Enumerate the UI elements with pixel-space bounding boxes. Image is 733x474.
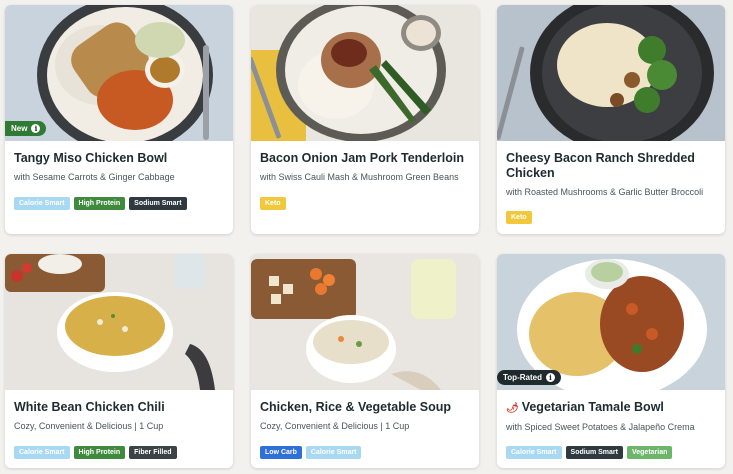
tag-high-protein: High Protein — [73, 446, 126, 459]
meal-subtitle: Cozy, Convenient & Delicious | 1 Cup — [14, 421, 164, 431]
meal-subtitle: with Roasted Mushrooms & Garlic Butter B… — [506, 187, 704, 197]
meal-title[interactable]: Vegetarian Tamale Bowl — [522, 400, 664, 414]
tag-sodium-smart: Sodium Smart — [129, 197, 187, 210]
meal-card-tangy-miso-chicken-bowl[interactable]: New i Tangy Miso Chicken Bowl with Sesam… — [5, 5, 233, 234]
meal-tags: Keto — [506, 211, 532, 224]
meal-photo — [5, 254, 233, 390]
meal-image[interactable] — [497, 5, 725, 141]
meal-card-chicken-rice-vegetable-soup[interactable]: Chicken, Rice & Vegetable Soup Cozy, Con… — [251, 254, 479, 468]
meal-card-cheesy-bacon-ranch-shredded-chicken[interactable]: Cheesy Bacon Ranch Shredded Chicken with… — [497, 5, 725, 234]
meal-title[interactable]: Bacon Onion Jam Pork Tenderloin — [260, 151, 470, 166]
tag-sodium-smart: Sodium Smart — [565, 446, 623, 459]
tag-calorie-smart: Calorie Smart — [14, 197, 70, 210]
badge-label: Top-Rated — [503, 373, 542, 382]
tag-vegetarian: Vegetarian — [626, 446, 673, 459]
chili-pepper-icon: 🌶 — [506, 403, 519, 414]
meal-title[interactable]: Tangy Miso Chicken Bowl — [14, 151, 224, 166]
tag-fiber-filled: Fiber Filled — [129, 446, 177, 459]
meal-tags: Calorie Smart High Protein Fiber Filled — [14, 446, 177, 459]
meal-tags: Low Carb Calorie Smart — [260, 446, 362, 459]
meal-subtitle: Cozy, Convenient & Delicious | 1 Cup — [260, 421, 410, 431]
info-icon[interactable]: i — [545, 373, 555, 382]
meal-card-vegetarian-tamale-bowl[interactable]: Top-Rated i 🌶 Vegetarian Tamale Bowl with… — [497, 254, 725, 468]
tag-keto: Keto — [260, 197, 286, 210]
meal-photo — [251, 5, 479, 141]
meal-image[interactable] — [5, 254, 233, 390]
new-badge: New i — [5, 121, 47, 136]
meal-tags: Keto — [260, 197, 286, 210]
top-rated-badge: Top-Rated i — [497, 370, 561, 385]
meal-title-row[interactable]: 🌶 Vegetarian Tamale Bowl — [506, 400, 716, 416]
meal-photo — [497, 5, 725, 141]
meal-card-white-bean-chicken-chili[interactable]: White Bean Chicken Chili Cozy, Convenien… — [5, 254, 233, 468]
tag-calorie-smart: Calorie Smart — [506, 446, 562, 459]
meal-subtitle: with Spiced Sweet Potatoes & Jalapeño Cr… — [506, 422, 695, 432]
tag-calorie-smart: Calorie Smart — [14, 446, 70, 459]
meal-tags: Calorie Smart Sodium Smart Vegetarian — [506, 446, 673, 459]
meal-card-bacon-onion-jam-pork-tenderloin[interactable]: Bacon Onion Jam Pork Tenderloin with Swi… — [251, 5, 479, 234]
meal-grid: New i Tangy Miso Chicken Bowl with Sesam… — [0, 0, 733, 474]
tag-calorie-smart: Calorie Smart — [305, 446, 362, 459]
meal-subtitle: with Swiss Cauli Mash & Mushroom Green B… — [260, 172, 459, 182]
meal-subtitle: with Sesame Carrots & Ginger Cabbage — [14, 172, 175, 182]
meal-image[interactable]: New i — [5, 5, 233, 141]
meal-image[interactable]: Top-Rated i — [497, 254, 725, 390]
info-icon[interactable]: i — [31, 124, 41, 133]
meal-tags: Calorie Smart High Protein Sodium Smart — [14, 197, 187, 210]
meal-image[interactable] — [251, 5, 479, 141]
meal-title[interactable]: Chicken, Rice & Vegetable Soup — [260, 400, 470, 415]
tag-low-carb: Low Carb — [260, 446, 302, 459]
meal-photo — [251, 254, 479, 390]
meal-image[interactable] — [251, 254, 479, 390]
meal-title[interactable]: Cheesy Bacon Ranch Shredded Chicken — [506, 151, 716, 181]
meal-title[interactable]: White Bean Chicken Chili — [14, 400, 224, 415]
tag-high-protein: High Protein — [73, 197, 126, 210]
tag-keto: Keto — [506, 211, 532, 224]
badge-label: New — [11, 124, 28, 133]
